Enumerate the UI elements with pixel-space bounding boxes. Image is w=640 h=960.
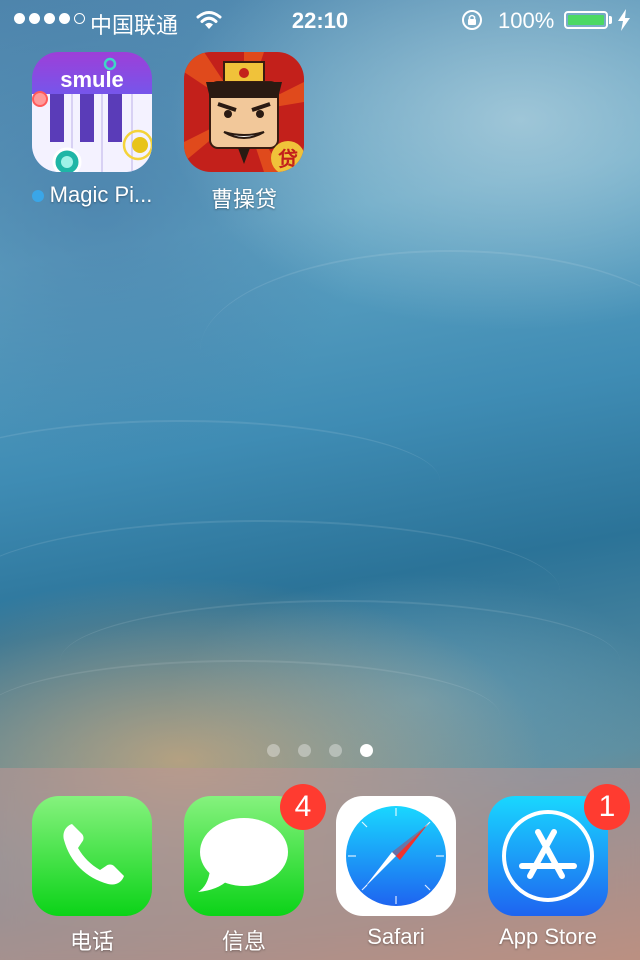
app-label: App Store [499,924,597,949]
app-phone[interactable]: 电话 [22,796,162,956]
notification-badge: 4 [280,784,326,830]
phone-icon [32,796,152,916]
smule-magic-piano-icon: smule [32,52,152,172]
app-magic-piano[interactable]: smule Magic Pi... [22,52,162,208]
app-messages[interactable]: 4 信息 [174,784,326,956]
svg-text:smule: smule [60,67,124,92]
notification-badge: 1 [584,784,630,830]
battery-icon [564,11,608,29]
page-dot[interactable] [267,744,280,757]
new-app-indicator [31,190,44,203]
app-label: 信息 [221,929,266,954]
caocao-loan-icon: 贷 [184,52,304,172]
app-label: Magic Pi... [22,182,162,208]
safari-compass-icon [336,796,456,916]
app-label: Safari [367,924,425,949]
dock: 电话 4 信息 Safari 1 App Store [0,768,640,960]
app-label: 曹操贷 [210,187,277,212]
app-app-store[interactable]: 1 App Store [478,784,630,950]
battery-percent: 100% [498,8,555,33]
orientation-lock-icon [460,9,484,36]
svg-text:贷: 贷 [278,147,298,171]
status-bar: 中国联通 22:10 100% [0,0,640,40]
page-indicator[interactable] [0,744,640,757]
app-caocao-loan[interactable]: 贷 曹操贷 [174,52,314,214]
app-label: 电话 [69,929,114,954]
page-dot-active[interactable] [360,744,373,757]
charging-bolt-icon [617,9,631,36]
page-dot[interactable] [329,744,342,757]
page-dot[interactable] [298,744,311,757]
app-safari[interactable]: Safari [326,796,466,950]
